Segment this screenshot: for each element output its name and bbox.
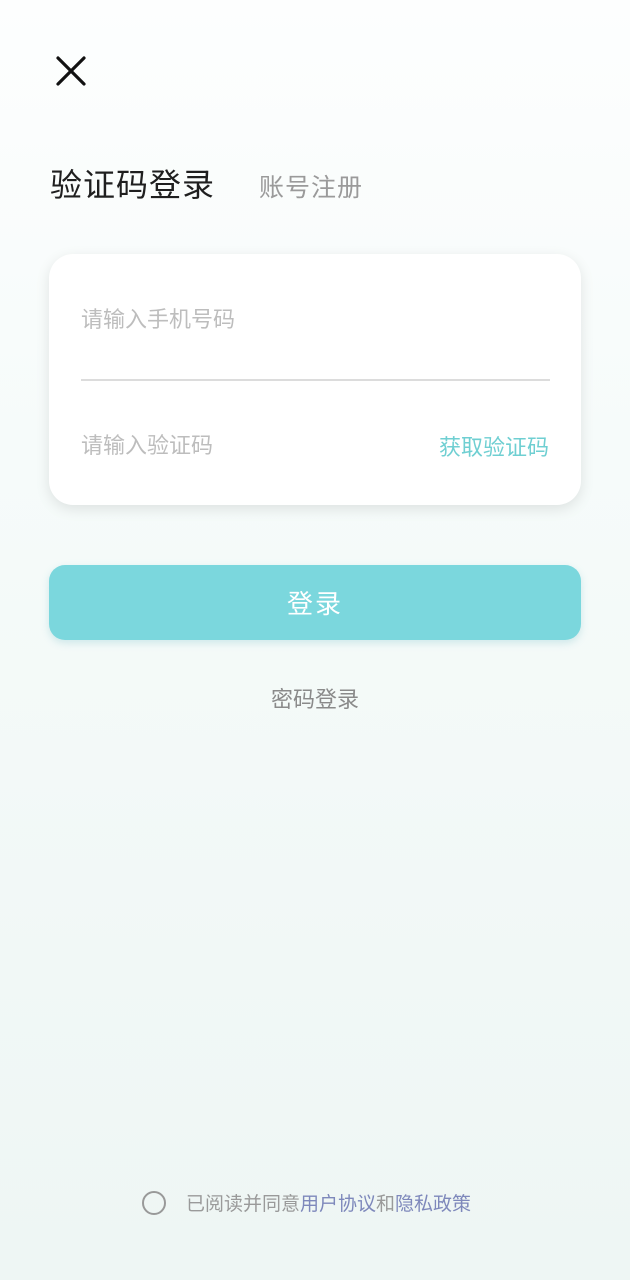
close-button[interactable]	[50, 50, 92, 92]
agreement-checkbox[interactable]	[142, 1190, 166, 1215]
tab-register[interactable]: 账号注册	[259, 168, 363, 204]
password-login-link[interactable]: 密码登录	[0, 682, 630, 714]
login-form-card: 获取验证码	[49, 254, 581, 505]
tab-sms-login[interactable]: 验证码登录	[50, 160, 215, 206]
privacy-policy-link[interactable]: 隐私政策	[395, 1193, 471, 1215]
get-code-button[interactable]: 获取验证码	[439, 430, 549, 462]
user-agreement-link[interactable]: 用户协议	[300, 1193, 376, 1215]
close-icon	[56, 56, 86, 86]
login-button[interactable]: 登录	[49, 565, 581, 640]
login-button-label: 登录	[286, 590, 343, 620]
agreement-text: 已阅读并同意用户协议和隐私政策	[186, 1189, 471, 1216]
login-tabs: 验证码登录 账号注册	[50, 160, 363, 206]
agreement-conjunction: 和	[376, 1193, 396, 1215]
phone-input[interactable]	[81, 300, 549, 340]
field-divider	[81, 379, 550, 381]
verification-code-input[interactable]	[81, 426, 401, 466]
agreement-prefix: 已阅读并同意	[186, 1193, 301, 1215]
agreement-row: 已阅读并同意用户协议和隐私政策	[142, 1189, 471, 1216]
